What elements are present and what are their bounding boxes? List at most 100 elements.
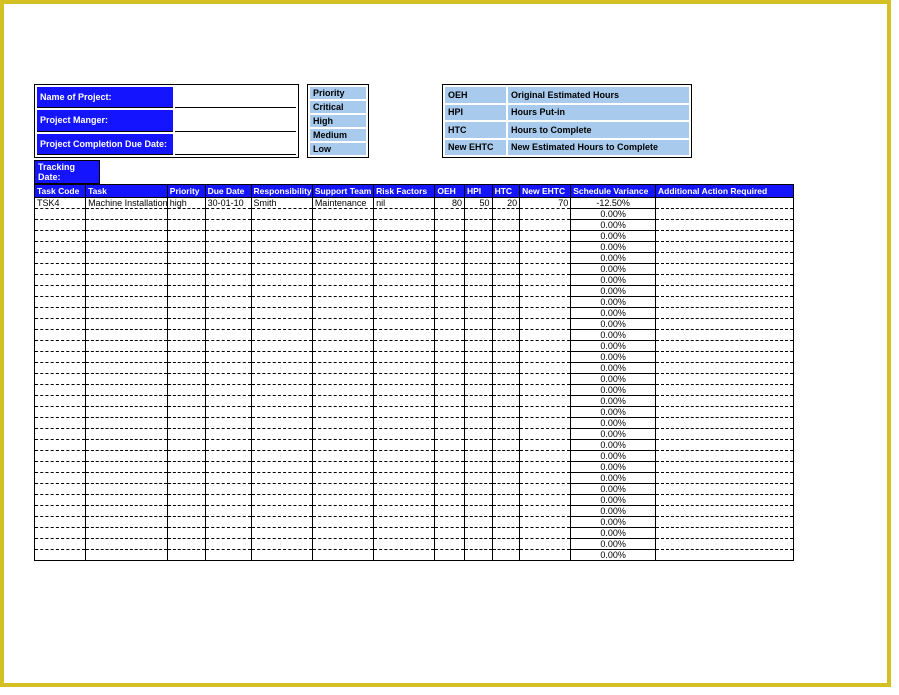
cell[interactable] (492, 330, 520, 341)
cell[interactable] (205, 297, 251, 308)
cell[interactable] (655, 506, 793, 517)
cell[interactable]: 0.00% (571, 374, 656, 385)
cell[interactable] (205, 517, 251, 528)
cell[interactable] (312, 308, 373, 319)
cell[interactable] (492, 264, 520, 275)
cell[interactable] (435, 440, 465, 451)
cell[interactable] (86, 440, 168, 451)
cell[interactable] (520, 440, 571, 451)
cell[interactable]: 0.00% (571, 528, 656, 539)
cell[interactable] (435, 495, 465, 506)
cell[interactable] (167, 242, 205, 253)
cell[interactable] (86, 308, 168, 319)
task-grid[interactable]: Task Code Task Priority Due Date Respons… (34, 184, 794, 561)
cell[interactable] (35, 484, 86, 495)
cell[interactable]: 0.00% (571, 253, 656, 264)
cell[interactable]: 0.00% (571, 396, 656, 407)
cell[interactable] (655, 297, 793, 308)
cell[interactable]: 0.00% (571, 418, 656, 429)
cell[interactable] (492, 462, 520, 473)
cell[interactable] (655, 440, 793, 451)
cell[interactable] (86, 242, 168, 253)
cell[interactable] (35, 341, 86, 352)
cell[interactable] (464, 506, 492, 517)
table-row[interactable]: 0.00% (35, 495, 794, 506)
cell[interactable] (492, 209, 520, 220)
cell[interactable] (492, 495, 520, 506)
cell[interactable] (435, 308, 465, 319)
cell[interactable] (655, 385, 793, 396)
cell[interactable] (251, 297, 312, 308)
cell[interactable] (205, 319, 251, 330)
cell[interactable] (35, 253, 86, 264)
cell[interactable] (492, 506, 520, 517)
table-row[interactable]: 0.00% (35, 231, 794, 242)
cell[interactable] (251, 264, 312, 275)
cell[interactable] (492, 396, 520, 407)
cell[interactable] (167, 308, 205, 319)
cell[interactable] (435, 286, 465, 297)
cell[interactable] (312, 396, 373, 407)
cell[interactable] (464, 396, 492, 407)
cell[interactable] (464, 220, 492, 231)
cell[interactable]: 0.00% (571, 451, 656, 462)
cell[interactable] (435, 473, 465, 484)
cell[interactable] (374, 242, 435, 253)
cell[interactable] (251, 418, 312, 429)
cell[interactable] (86, 253, 168, 264)
cell[interactable] (374, 440, 435, 451)
cell[interactable] (35, 264, 86, 275)
cell[interactable] (167, 275, 205, 286)
cell[interactable] (35, 451, 86, 462)
cell[interactable] (167, 264, 205, 275)
cell[interactable] (374, 418, 435, 429)
project-duedate-value[interactable] (175, 134, 296, 155)
cell[interactable]: 0.00% (571, 341, 656, 352)
cell[interactable]: 0.00% (571, 352, 656, 363)
table-row[interactable]: 0.00% (35, 440, 794, 451)
cell[interactable] (205, 385, 251, 396)
cell[interactable] (374, 506, 435, 517)
cell[interactable] (655, 407, 793, 418)
cell[interactable] (435, 374, 465, 385)
cell[interactable] (520, 473, 571, 484)
cell[interactable] (312, 550, 373, 561)
cell[interactable]: 70 (520, 198, 571, 209)
cell[interactable] (312, 319, 373, 330)
cell[interactable] (86, 231, 168, 242)
cell[interactable] (655, 253, 793, 264)
cell[interactable] (86, 407, 168, 418)
cell[interactable]: 80 (435, 198, 465, 209)
table-row[interactable]: 0.00% (35, 462, 794, 473)
cell[interactable] (35, 473, 86, 484)
cell[interactable] (312, 506, 373, 517)
cell[interactable] (312, 297, 373, 308)
cell[interactable] (86, 429, 168, 440)
cell[interactable] (312, 286, 373, 297)
cell[interactable] (520, 286, 571, 297)
cell[interactable] (251, 528, 312, 539)
cell[interactable] (35, 231, 86, 242)
table-row[interactable]: 0.00% (35, 308, 794, 319)
cell[interactable] (655, 308, 793, 319)
table-row[interactable]: 0.00% (35, 319, 794, 330)
cell[interactable] (251, 440, 312, 451)
cell[interactable] (655, 220, 793, 231)
cell[interactable] (205, 242, 251, 253)
cell[interactable]: nil (374, 198, 435, 209)
cell[interactable]: Maintenance (312, 198, 373, 209)
cell[interactable] (655, 473, 793, 484)
table-row[interactable]: 0.00% (35, 286, 794, 297)
cell[interactable] (655, 198, 793, 209)
cell[interactable] (464, 231, 492, 242)
cell[interactable] (655, 418, 793, 429)
cell[interactable] (86, 275, 168, 286)
cell[interactable] (205, 231, 251, 242)
cell[interactable] (251, 319, 312, 330)
cell[interactable] (520, 242, 571, 253)
table-row[interactable]: 0.00% (35, 297, 794, 308)
cell[interactable] (655, 341, 793, 352)
cell[interactable] (251, 209, 312, 220)
cell[interactable] (520, 539, 571, 550)
cell[interactable] (312, 462, 373, 473)
